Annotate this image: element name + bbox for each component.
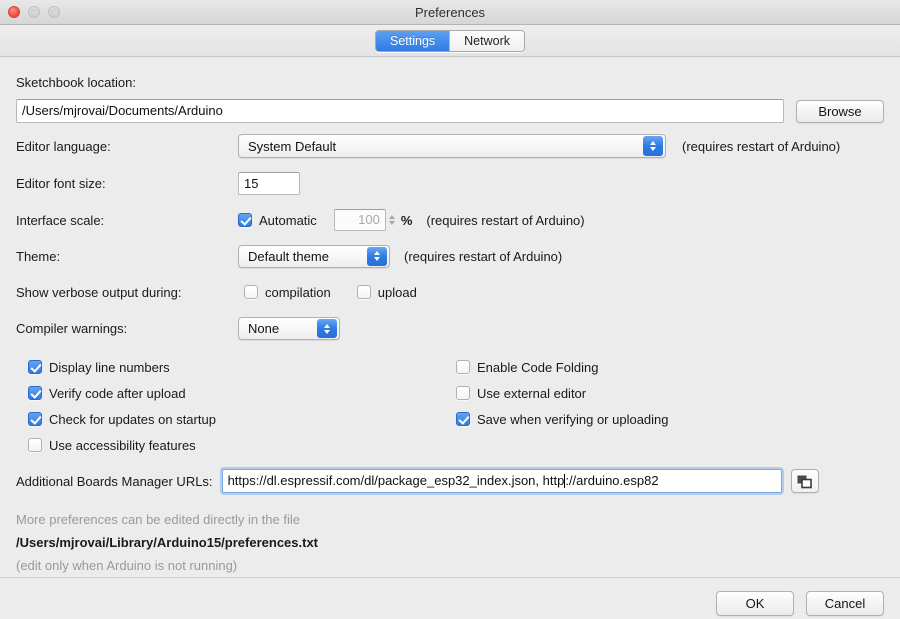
checkbox-unchecked-icon[interactable] bbox=[456, 360, 470, 374]
verbose-compilation-label: compilation bbox=[265, 285, 331, 300]
preferences-file-note: More preferences can be edited directly … bbox=[16, 509, 884, 577]
boards-urls-text-before-caret: https://dl.espressif.com/dl/package_esp3… bbox=[228, 471, 565, 491]
editor-language-label: Editor language: bbox=[16, 139, 238, 154]
editor-language-hint: (requires restart of Arduino) bbox=[682, 139, 840, 154]
theme-select[interactable]: Default theme bbox=[238, 245, 390, 268]
interface-scale-automatic-label: Automatic bbox=[259, 213, 317, 228]
interface-scale-stepper[interactable] bbox=[386, 210, 399, 230]
accessibility-features-label: Use accessibility features bbox=[49, 438, 196, 453]
boards-manager-urls-row: Additional Boards Manager URLs: https://… bbox=[16, 464, 884, 498]
verbose-compilation-checkbox[interactable]: compilation bbox=[244, 285, 331, 300]
editor-font-size-row: Editor font size: 15 bbox=[16, 165, 884, 202]
check-for-updates-label: Check for updates on startup bbox=[49, 412, 216, 427]
save-when-verifying-checkbox[interactable]: Save when verifying or uploading bbox=[456, 412, 669, 427]
browse-button[interactable]: Browse bbox=[796, 100, 884, 123]
sketchbook-location-label: Sketchbook location: bbox=[16, 75, 136, 90]
tab-network[interactable]: Network bbox=[450, 31, 524, 51]
open-editor-icon bbox=[796, 474, 813, 489]
verbose-output-label: Show verbose output during: bbox=[16, 285, 244, 300]
theme-value: Default theme bbox=[248, 249, 329, 264]
use-external-editor-label: Use external editor bbox=[477, 386, 586, 401]
options-checkbox-grid: Display line numbers Verify code after u… bbox=[16, 354, 884, 458]
note-line-3: (edit only when Arduino is not running) bbox=[16, 555, 884, 578]
sketchbook-location-row: /Users/mjrovai/Documents/Arduino Browse bbox=[16, 95, 884, 127]
checkbox-unchecked-icon[interactable] bbox=[28, 438, 42, 452]
preferences-content: Sketchbook location: /Users/mjrovai/Docu… bbox=[0, 57, 900, 577]
check-for-updates-checkbox[interactable]: Check for updates on startup bbox=[28, 412, 216, 427]
checkbox-unchecked-icon[interactable] bbox=[357, 285, 371, 299]
interface-scale-value-input[interactable]: 100 bbox=[334, 209, 386, 231]
editor-font-size-input[interactable]: 15 bbox=[238, 172, 300, 195]
segmented-tab-control: Settings Network bbox=[375, 30, 525, 52]
editor-language-row: Editor language: System Default (require… bbox=[16, 127, 884, 165]
compiler-warnings-label: Compiler warnings: bbox=[16, 321, 238, 336]
verbose-upload-label: upload bbox=[378, 285, 417, 300]
note-preferences-path: /Users/mjrovai/Library/Arduino15/prefere… bbox=[16, 532, 884, 555]
theme-hint: (requires restart of Arduino) bbox=[404, 249, 562, 264]
interface-scale-percent-label: % bbox=[401, 213, 413, 228]
sketchbook-location-row-label: Sketchbook location: bbox=[16, 69, 884, 95]
interface-scale-label: Interface scale: bbox=[16, 213, 238, 228]
checkbox-unchecked-icon[interactable] bbox=[244, 285, 258, 299]
enable-code-folding-label: Enable Code Folding bbox=[477, 360, 598, 375]
verbose-output-row: Show verbose output during: compilation … bbox=[16, 274, 884, 310]
verbose-upload-checkbox[interactable]: upload bbox=[357, 285, 417, 300]
editor-language-value: System Default bbox=[248, 139, 336, 154]
open-editor-button[interactable] bbox=[791, 469, 819, 493]
editor-font-size-label: Editor font size: bbox=[16, 176, 238, 191]
interface-scale-row: Interface scale: Automatic 100 % (requir… bbox=[16, 202, 884, 238]
save-when-verifying-label: Save when verifying or uploading bbox=[477, 412, 669, 427]
checkbox-checked-icon[interactable] bbox=[238, 213, 252, 227]
sketchbook-path-input[interactable]: /Users/mjrovai/Documents/Arduino bbox=[16, 99, 784, 123]
editor-language-select[interactable]: System Default bbox=[238, 134, 666, 158]
chevron-updown-icon[interactable] bbox=[643, 136, 663, 156]
display-line-numbers-checkbox[interactable]: Display line numbers bbox=[28, 360, 170, 375]
tab-strip: Settings Network bbox=[0, 25, 900, 57]
checkbox-checked-icon[interactable] bbox=[28, 360, 42, 374]
use-external-editor-checkbox[interactable]: Use external editor bbox=[456, 386, 586, 401]
checkbox-checked-icon[interactable] bbox=[28, 412, 42, 426]
note-line-1: More preferences can be edited directly … bbox=[16, 509, 884, 532]
window-titlebar: Preferences bbox=[0, 0, 900, 25]
enable-code-folding-checkbox[interactable]: Enable Code Folding bbox=[456, 360, 598, 375]
boards-urls-text-after-caret: ://arduino.esp82 bbox=[565, 471, 658, 491]
checkbox-unchecked-icon[interactable] bbox=[456, 386, 470, 400]
ok-button[interactable]: OK bbox=[716, 591, 794, 616]
checkbox-checked-icon[interactable] bbox=[456, 412, 470, 426]
compiler-warnings-row: Compiler warnings: None bbox=[16, 310, 884, 347]
interface-scale-automatic-checkbox[interactable]: Automatic bbox=[238, 213, 317, 228]
preferences-window: Preferences Settings Network Sketchbook … bbox=[0, 0, 900, 619]
theme-row: Theme: Default theme (requires restart o… bbox=[16, 238, 884, 274]
theme-label: Theme: bbox=[16, 249, 238, 264]
checkbox-checked-icon[interactable] bbox=[28, 386, 42, 400]
chevron-updown-icon[interactable] bbox=[367, 247, 387, 266]
options-column-right: Enable Code Folding Use external editor … bbox=[456, 354, 884, 458]
boards-manager-urls-label: Additional Boards Manager URLs: bbox=[16, 474, 213, 489]
chevron-updown-icon[interactable] bbox=[317, 319, 337, 338]
compiler-warnings-select[interactable]: None bbox=[238, 317, 340, 340]
verify-code-after-upload-checkbox[interactable]: Verify code after upload bbox=[28, 386, 186, 401]
compiler-warnings-value: None bbox=[248, 321, 279, 336]
window-title: Preferences bbox=[0, 0, 900, 25]
interface-scale-hint: (requires restart of Arduino) bbox=[426, 213, 584, 228]
accessibility-features-checkbox[interactable]: Use accessibility features bbox=[28, 438, 196, 453]
options-column-left: Display line numbers Verify code after u… bbox=[16, 354, 456, 458]
boards-manager-urls-input[interactable]: https://dl.espressif.com/dl/package_esp3… bbox=[222, 469, 782, 493]
dialog-button-bar: OK Cancel bbox=[0, 577, 900, 619]
tab-settings[interactable]: Settings bbox=[376, 31, 450, 51]
display-line-numbers-label: Display line numbers bbox=[49, 360, 170, 375]
cancel-button[interactable]: Cancel bbox=[806, 591, 884, 616]
verify-code-after-upload-label: Verify code after upload bbox=[49, 386, 186, 401]
